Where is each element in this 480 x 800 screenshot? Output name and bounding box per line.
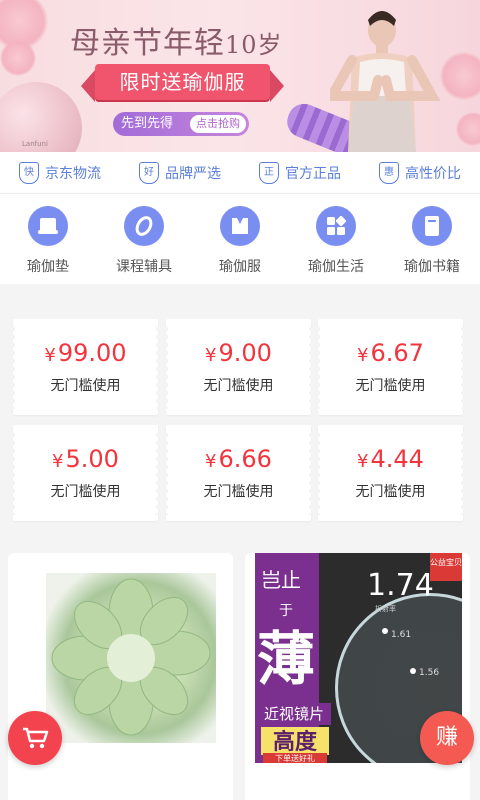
coupon-value: 9.00 <box>218 339 272 367</box>
category-course-aids[interactable]: 课程辅具 <box>99 206 189 284</box>
coupon-amount: ¥5.00 <box>13 445 158 473</box>
yoga-woman-illustration <box>330 11 441 152</box>
promo-banner[interactable]: Lanfuni 母亲节年轻10岁 限时送瑜伽服 先到先得 点击抢购 <box>0 0 480 152</box>
yoga-mat-icon <box>28 206 68 246</box>
feature-label: 品牌严选 <box>165 165 221 182</box>
category-nav: 瑜伽垫 课程辅具 瑜伽服 瑜伽生活 瑜伽书籍 <box>0 194 480 284</box>
ad-big-char: 薄 <box>257 625 315 693</box>
features-bar: 快 京东物流 好 品牌严选 正 官方正品 惠 高性价比 <box>0 152 480 194</box>
ad-caption2: 高度 <box>273 729 318 755</box>
cart-icon <box>23 727 49 749</box>
category-label: 课程辅具 <box>116 259 172 275</box>
coupon-card[interactable]: ¥6.67 无门槛使用 <box>316 319 465 415</box>
shield-icon: 好 <box>139 161 159 184</box>
coupon-card[interactable]: ¥9.00 无门槛使用 <box>164 319 313 415</box>
ad-caption1: 近视镜片 <box>264 705 324 723</box>
category-label: 瑜伽生活 <box>308 259 364 275</box>
currency-symbol: ¥ <box>44 345 56 366</box>
coupon-desc: 无门槛使用 <box>355 378 426 394</box>
feature-official: 正 官方正品 <box>259 161 341 184</box>
category-yoga-books[interactable]: 瑜伽书籍 <box>387 206 477 284</box>
coupon-value: 99.00 <box>57 339 127 367</box>
category-label: 瑜伽垫 <box>27 259 69 275</box>
promo-text: 先到先得 <box>121 116 174 131</box>
coupon-desc: 无门槛使用 <box>355 484 426 500</box>
banner-ribbon: 限时送瑜伽服 <box>81 64 284 102</box>
feature-logistics: 快 京东物流 <box>19 161 101 184</box>
coupon-card[interactable]: ¥6.66 无门槛使用 <box>164 425 313 521</box>
coupon-card[interactable]: ¥4.44 无门槛使用 <box>316 425 465 521</box>
ad-line1: 岂止 <box>261 568 301 592</box>
feature-brand: 好 品牌严选 <box>139 161 221 184</box>
ad-caption3: 下单送好礼 <box>275 753 315 763</box>
coupon-desc: 无门槛使用 <box>203 378 274 394</box>
ad-index: 1.74 <box>367 568 434 603</box>
clothing-icon <box>220 206 260 246</box>
category-label: 瑜伽书籍 <box>404 259 460 275</box>
coupon-desc: 无门槛使用 <box>50 484 121 500</box>
shield-icon: 正 <box>259 161 279 184</box>
ad-corner-badge: 公益宝贝 <box>430 557 462 567</box>
earn-button[interactable]: 赚 <box>420 711 474 765</box>
coupon-amount: ¥9.00 <box>166 339 311 367</box>
feature-value: 惠 高性价比 <box>379 161 461 184</box>
coupon-amount: ¥4.44 <box>318 445 463 473</box>
grid-icon <box>316 206 356 246</box>
ring-icon <box>124 206 164 246</box>
coupon-card[interactable]: ¥5.00 无门槛使用 <box>11 425 160 521</box>
coupon-amount: ¥6.67 <box>318 339 463 367</box>
headline-text: 母亲节年轻 <box>70 26 225 61</box>
coupon-value: 6.66 <box>218 445 272 473</box>
ad-index-sub: 折射率 <box>375 604 396 613</box>
currency-symbol: ¥ <box>205 451 217 472</box>
shield-icon: 惠 <box>379 161 399 184</box>
coupon-value: 5.00 <box>65 445 119 473</box>
feature-label: 高性价比 <box>405 165 461 182</box>
coupon-value: 4.44 <box>370 445 424 473</box>
currency-symbol: ¥ <box>357 451 369 472</box>
coupon-value: 6.67 <box>370 339 424 367</box>
feature-label: 官方正品 <box>285 165 341 182</box>
flower-decoration <box>0 40 36 76</box>
ball-brand: Lanfuni <box>22 140 48 148</box>
ad-index-low: 1.56 <box>419 668 439 678</box>
currency-symbol: ¥ <box>357 345 369 366</box>
coupon-desc: 无门槛使用 <box>50 378 121 394</box>
currency-symbol: ¥ <box>205 345 217 366</box>
category-label: 瑜伽服 <box>219 259 261 275</box>
category-yoga-clothes[interactable]: 瑜伽服 <box>195 206 285 284</box>
coupon-amount: ¥99.00 <box>13 339 158 367</box>
coupon-amount: ¥6.66 <box>166 445 311 473</box>
headline-number: 10岁 <box>225 31 283 59</box>
succulent-product-image <box>46 573 216 743</box>
promo-pill[interactable]: 先到先得 点击抢购 <box>113 112 249 136</box>
banner-headline: 母亲节年轻10岁 <box>70 18 283 62</box>
category-yoga-life[interactable]: 瑜伽生活 <box>291 206 381 284</box>
cart-button[interactable] <box>8 711 62 765</box>
ad-index-mid: 1.61 <box>391 630 411 640</box>
book-icon <box>412 206 452 246</box>
coupon-desc: 无门槛使用 <box>203 484 274 500</box>
coupon-card[interactable]: ¥99.00 无门槛使用 <box>11 319 160 415</box>
category-yoga-mat[interactable]: 瑜伽垫 <box>3 206 93 284</box>
ad-line2: 于 <box>279 603 293 619</box>
buy-now-button[interactable]: 点击抢购 <box>190 115 246 133</box>
shield-icon: 快 <box>19 161 39 184</box>
currency-symbol: ¥ <box>52 451 64 472</box>
feature-label: 京东物流 <box>45 165 101 182</box>
